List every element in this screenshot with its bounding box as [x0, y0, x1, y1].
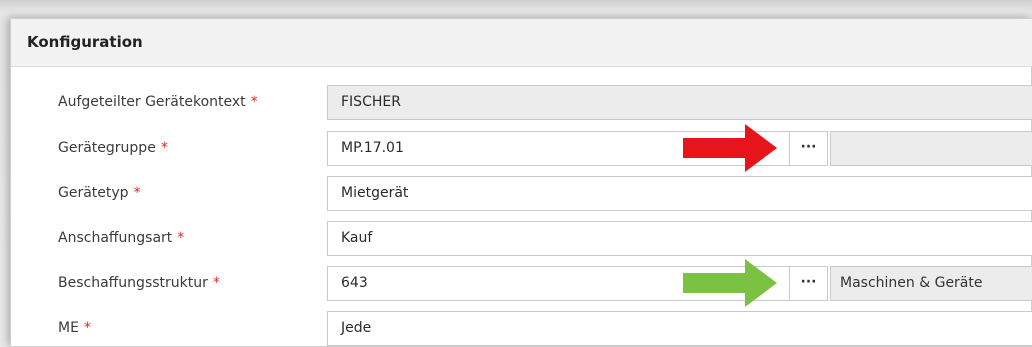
form-row-geraetetyp: Gerätetyp * Mietgerät — [11, 176, 1032, 212]
form-row-beschaffungsstruktur: Beschaffungsstruktur * 643 ··· Maschinen … — [11, 266, 1032, 302]
anschaffungsart-input[interactable]: Kauf — [327, 221, 1032, 256]
geraetetyp-input[interactable]: Mietgerät — [327, 176, 1032, 211]
required-marker: * — [133, 185, 141, 201]
panel-header: Konfiguration — [11, 19, 1032, 67]
form-row-geraetegruppe: Gerätegruppe * MP.17.01 ··· — [11, 131, 1032, 167]
field-label: Beschaffungsstruktur * — [58, 275, 220, 291]
green-arrow-annotation — [683, 259, 777, 307]
panel-title: Konfiguration — [27, 33, 143, 51]
me-input[interactable]: Jede — [327, 311, 1032, 346]
field-label: Gerätetyp * — [58, 185, 141, 201]
red-arrow-icon — [683, 124, 777, 172]
field-label: Gerätegruppe * — [58, 140, 168, 156]
required-marker: * — [177, 230, 185, 246]
form-row-geraetekontext: Aufgeteilter Gerätekontext * FISCHER — [11, 85, 1032, 121]
field-label: Anschaffungsart * — [58, 230, 185, 246]
geraetekontext-field[interactable]: FISCHER — [327, 85, 1032, 120]
konfiguration-panel: Konfiguration Aufgeteilter Gerätekontext… — [10, 18, 1032, 347]
form-row-anschaffungsart: Anschaffungsart * Kauf — [11, 221, 1032, 257]
geraetegruppe-description — [830, 131, 1032, 166]
green-arrow-icon — [683, 259, 777, 307]
field-label: ME * — [58, 320, 91, 336]
beschaffungsstruktur-description: Maschinen & Geräte — [830, 266, 1032, 301]
form-row-me: ME * Jede — [11, 311, 1032, 347]
required-marker: * — [83, 320, 91, 336]
red-arrow-annotation — [683, 124, 777, 172]
geraetegruppe-lookup-button[interactable]: ··· — [789, 131, 828, 166]
beschaffungsstruktur-lookup-button[interactable]: ··· — [789, 266, 828, 301]
field-label: Aufgeteilter Gerätekontext * — [58, 94, 258, 110]
required-marker: * — [212, 275, 220, 291]
required-marker: * — [160, 140, 168, 156]
required-marker: * — [250, 94, 258, 110]
screen: Konfiguration Aufgeteilter Gerätekontext… — [0, 0, 1032, 347]
